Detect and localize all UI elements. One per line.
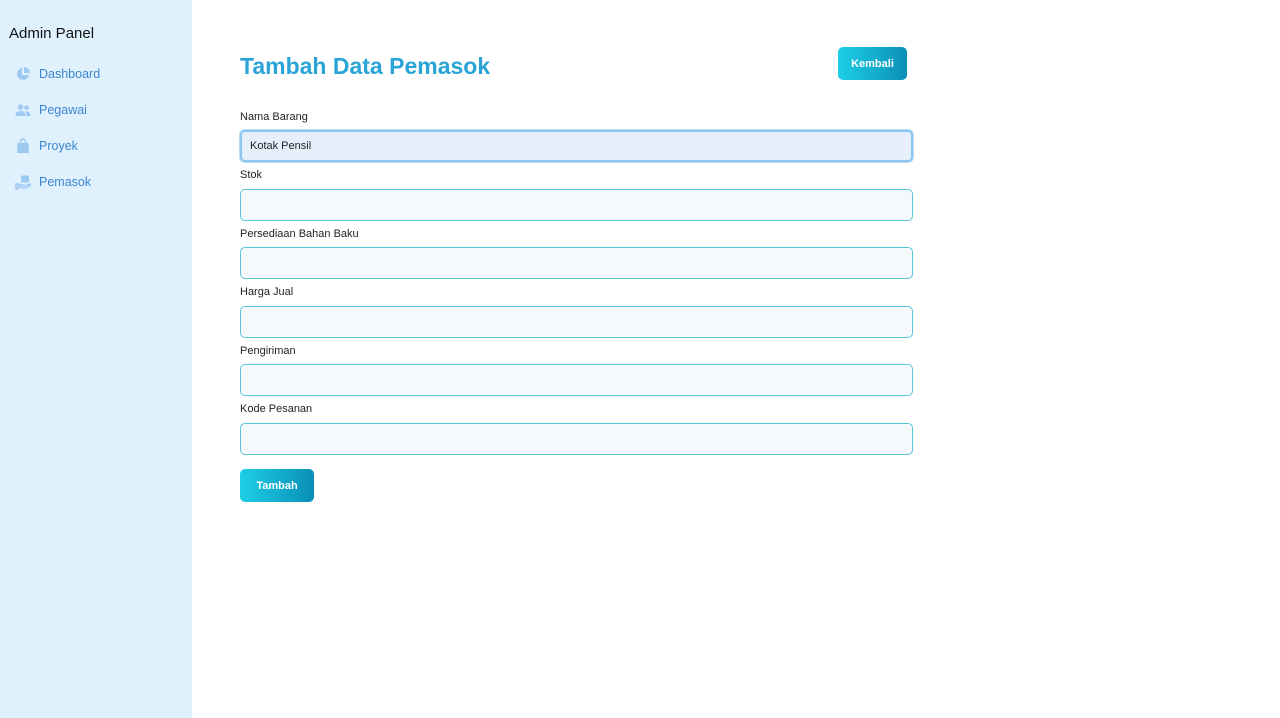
- nama-barang-input[interactable]: [240, 130, 913, 162]
- sidebar-item-label: Proyek: [39, 139, 78, 153]
- stok-input[interactable]: [240, 189, 913, 221]
- sidebar-item-proyek[interactable]: Proyek: [0, 128, 192, 164]
- sidebar-nav: Dashboard Pegawai Proyek Pemasok: [0, 56, 192, 200]
- stok-label: Stok: [240, 169, 263, 181]
- harga-jual-input[interactable]: [240, 306, 913, 338]
- main-content: Tambah Data Pemasok Kembali Nama Barang …: [192, 0, 1280, 718]
- pie-chart-icon: [15, 66, 31, 82]
- back-button[interactable]: Kembali: [838, 47, 907, 80]
- hand-holding-box-icon: [15, 174, 31, 190]
- nama-barang-label: Nama Barang: [240, 111, 308, 123]
- sidebar-item-pegawai[interactable]: Pegawai: [0, 92, 192, 128]
- brand-title: Admin Panel: [9, 25, 95, 42]
- harga-jual-label: Harga Jual: [240, 286, 294, 298]
- sidebar-item-pemasok[interactable]: Pemasok: [0, 164, 192, 200]
- kode-pesanan-input[interactable]: [240, 423, 913, 455]
- app: Admin Panel Dashboard Pegawai Proyek Pem…: [0, 0, 1280, 718]
- page-title: Tambah Data Pemasok: [240, 53, 491, 79]
- tambah-button[interactable]: Tambah: [240, 469, 314, 502]
- pengiriman-label: Pengiriman: [240, 345, 296, 357]
- pengiriman-input[interactable]: [240, 364, 913, 396]
- sidebar-item-label: Pemasok: [39, 175, 92, 189]
- kode-pesanan-label: Kode Pesanan: [240, 403, 313, 415]
- persediaan-bahan-baku-label: Persediaan Bahan Baku: [240, 228, 359, 240]
- sidebar-item-dashboard[interactable]: Dashboard: [0, 56, 192, 92]
- users-icon: [15, 102, 31, 118]
- sidebar-item-label: Pegawai: [39, 103, 87, 117]
- shopping-bag-icon: [15, 138, 31, 154]
- sidebar: Admin Panel Dashboard Pegawai Proyek Pem…: [0, 0, 192, 718]
- sidebar-item-label: Dashboard: [39, 67, 101, 81]
- persediaan-bahan-baku-input[interactable]: [240, 247, 913, 279]
